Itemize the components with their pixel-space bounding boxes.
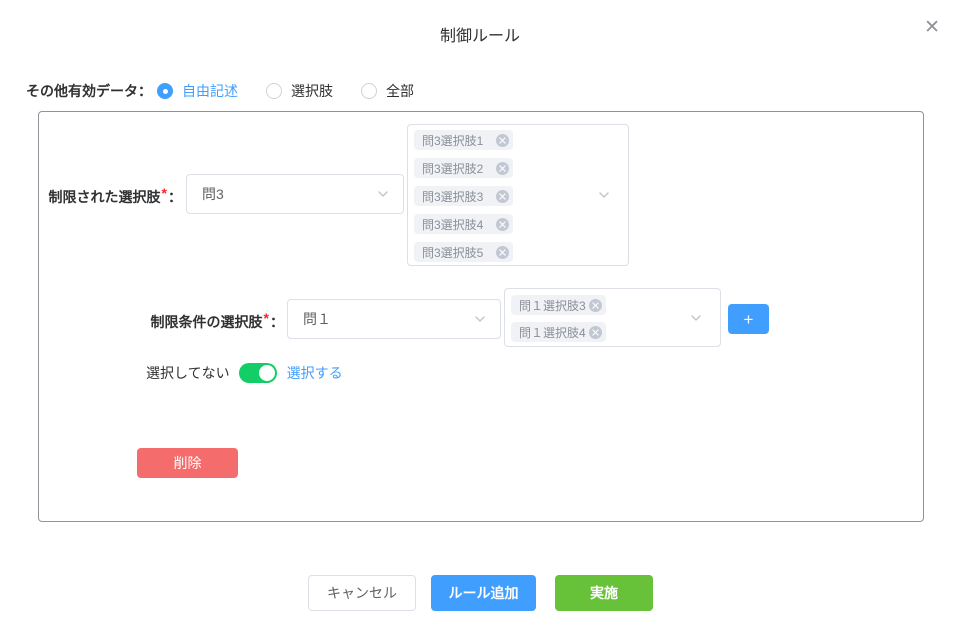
toggle-off-label: 選択してない — [146, 363, 230, 383]
tag-label: 問１選択肢3 — [519, 297, 586, 314]
tag-close-icon[interactable] — [496, 218, 509, 231]
radio-unchecked-icon[interactable] — [361, 83, 377, 99]
add-condition-button[interactable]: + — [728, 304, 769, 334]
chevron-down-icon — [688, 310, 704, 326]
choice-tag: 問3選択肢3 — [414, 186, 513, 206]
tag-label: 問3選択肢2 — [422, 160, 483, 177]
radio-checked-icon[interactable] — [157, 83, 173, 99]
tag-label: 問3選択肢1 — [422, 132, 483, 149]
switch-knob — [259, 365, 275, 381]
radio-option-free-text[interactable]: 自由記述 — [157, 81, 238, 101]
radio-option-choices[interactable]: 選択肢 — [266, 81, 333, 101]
condition-choices-multiselect[interactable]: 問１選択肢3 問１選択肢4 — [504, 288, 721, 347]
choice-tag: 問3選択肢1 — [414, 130, 513, 150]
restricted-choices-multiselect[interactable]: 問3選択肢1 問3選択肢2 問3選択肢3 問3選択肢4 問3選択肢5 — [407, 124, 629, 266]
rule-panel: 制限された選択肢*： 問3 問3選択肢1 問3選択肢2 問3選択肢3 — [38, 111, 924, 522]
selected-question: 問１ — [303, 309, 472, 329]
choice-tag: 問3選択肢4 — [414, 214, 513, 234]
tag-close-icon[interactable] — [496, 134, 509, 147]
other-valid-data-radio-group: その他有効データ： 自由記述 選択肢 全部 — [26, 80, 442, 102]
condition-question-select[interactable]: 問１ — [287, 299, 501, 339]
restricted-question-select[interactable]: 問3 — [186, 174, 404, 214]
choice-tag: 問１選択肢3 — [511, 295, 606, 315]
cancel-button[interactable]: キャンセル — [308, 575, 416, 611]
tag-list: 問3選択肢1 問3選択肢2 問3選択肢3 問3選択肢4 問3選択肢5 — [408, 125, 628, 265]
restricted-choices-label: 制限された選択肢*： — [46, 183, 182, 207]
radio-option-label: 全部 — [386, 81, 414, 101]
submit-button[interactable]: 実施 — [555, 575, 653, 611]
tag-close-icon[interactable] — [496, 190, 509, 203]
tag-label: 問１選択肢4 — [519, 324, 586, 341]
tag-close-icon[interactable] — [496, 246, 509, 259]
label-colon: ： — [270, 314, 284, 330]
radio-option-label: 自由記述 — [182, 81, 238, 101]
selected-question: 問3 — [202, 184, 375, 204]
label-text: 制限された選択肢 — [49, 189, 161, 205]
selection-toggle-row: 選択してない 選択する — [146, 361, 343, 385]
choice-tag: 問3選択肢2 — [414, 158, 513, 178]
tag-label: 問3選択肢3 — [422, 188, 483, 205]
chevron-down-icon — [596, 187, 612, 203]
required-asterisk: * — [264, 310, 269, 326]
tag-label: 問3選択肢4 — [422, 216, 483, 233]
close-icon[interactable]: ✕ — [924, 18, 940, 38]
choice-tag: 問3選択肢5 — [414, 242, 513, 262]
control-rule-dialog: 制御ルール ✕ その他有効データ： 自由記述 選択肢 全部 制限された選択肢*：… — [0, 0, 960, 633]
chevron-down-icon — [375, 186, 391, 202]
label-colon: ： — [168, 189, 182, 205]
choice-tag: 問１選択肢4 — [511, 322, 606, 342]
plus-icon: + — [744, 311, 754, 328]
tag-close-icon[interactable] — [496, 162, 509, 175]
label-text: 制限条件の選択肢 — [151, 314, 263, 330]
radio-group-label: その他有効データ： — [26, 81, 152, 101]
tag-label: 問3選択肢5 — [422, 244, 483, 261]
required-asterisk: * — [162, 185, 167, 201]
tag-close-icon[interactable] — [589, 326, 602, 339]
radio-option-all[interactable]: 全部 — [361, 81, 414, 101]
selection-toggle-switch[interactable] — [239, 363, 277, 383]
condition-choices-label: 制限条件の選択肢*： — [148, 308, 284, 332]
tag-close-icon[interactable] — [589, 299, 602, 312]
radio-unchecked-icon[interactable] — [266, 83, 282, 99]
chevron-down-icon — [472, 311, 488, 327]
toggle-on-label[interactable]: 選択する — [287, 363, 343, 383]
add-rule-button[interactable]: ルール追加 — [431, 575, 536, 611]
delete-rule-button[interactable]: 削除 — [137, 448, 238, 478]
dialog-title: 制御ルール — [0, 22, 960, 46]
radio-option-label: 選択肢 — [291, 81, 333, 101]
